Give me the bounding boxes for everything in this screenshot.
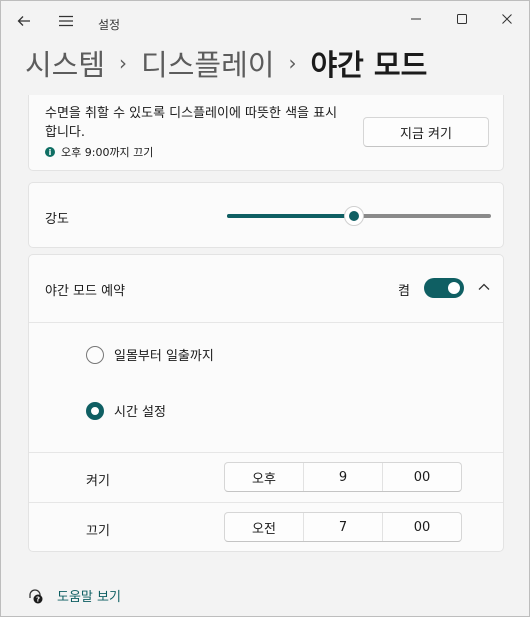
radio-label: 일몰부터 일출까지: [114, 349, 214, 364]
breadcrumb: 시스템 › 디스플레이 › 야간 모드: [25, 43, 427, 83]
turn-off-time-picker[interactable]: 오전 7 00: [224, 512, 462, 542]
chevron-right-icon: ›: [288, 51, 297, 75]
settings-content[interactable]: 수면을 취할 수 있도록 디스플레이에 따뜻한 색을 표시합니다. i 오후 9…: [1, 95, 529, 616]
turn-off-time-row: 끄기 오전 7 00: [29, 502, 503, 552]
radio-set-hours[interactable]: 시간 설정: [86, 401, 166, 420]
back-arrow-icon[interactable]: [14, 11, 34, 31]
info-icon: i: [45, 147, 55, 157]
minute-cell[interactable]: 00: [383, 463, 461, 491]
night-light-card: 수면을 취할 수 있도록 디스플레이에 따뜻한 색을 표시합니다. i 오후 9…: [28, 95, 504, 171]
get-help-link[interactable]: ? 도움말 보기: [27, 586, 121, 605]
close-button[interactable]: [495, 9, 519, 29]
help-icon: ?: [29, 588, 43, 603]
help-label: 도움말 보기: [57, 590, 121, 605]
ampm-cell[interactable]: 오후: [225, 463, 304, 491]
chevron-right-icon: ›: [119, 51, 128, 75]
turn-on-time-row: 켜기 오후 9 00: [29, 452, 503, 502]
radio-button[interactable]: [86, 345, 104, 364]
slider-thumb[interactable]: [344, 206, 364, 226]
hour-cell[interactable]: 7: [304, 513, 383, 541]
status-note: i 오후 9:00까지 끄기: [45, 144, 153, 160]
maximize-button[interactable]: [450, 9, 474, 29]
hamburger-menu-icon[interactable]: [56, 11, 76, 31]
ampm-cell[interactable]: 오전: [225, 513, 304, 541]
window-title: 설정: [98, 18, 121, 32]
minimize-button[interactable]: [404, 9, 428, 29]
schedule-label: 야간 모드 예약: [45, 284, 126, 299]
schedule-toggle[interactable]: [424, 278, 464, 298]
turn-on-label: 켜기: [86, 474, 110, 489]
schedule-header[interactable]: 야간 모드 예약 켬: [29, 255, 503, 323]
title-bar: 설정: [1, 1, 529, 41]
minute-cell[interactable]: 00: [383, 513, 461, 541]
radio-label: 시간 설정: [114, 405, 166, 420]
settings-window: 설정 시스템 › 디스플레이 › 야간 모드 수면을 취할 수 있도록 디스플레…: [0, 0, 530, 617]
strength-card: 강도: [28, 182, 504, 248]
chevron-up-icon[interactable]: [474, 277, 494, 297]
radio-button[interactable]: [86, 401, 104, 420]
night-light-description: 수면을 취할 수 있도록 디스플레이에 따뜻한 색을 표시합니다.: [45, 106, 338, 140]
breadcrumb-display[interactable]: 디스플레이: [141, 42, 274, 84]
status-note-text: 오후 9:00까지 끄기: [61, 146, 154, 159]
radio-sunset-to-sunrise[interactable]: 일몰부터 일출까지: [86, 345, 214, 364]
strength-label: 강도: [45, 212, 69, 227]
toggle-state-label: 켬: [398, 284, 410, 299]
hour-cell[interactable]: 9: [304, 463, 383, 491]
strength-slider[interactable]: [227, 206, 491, 226]
turn-on-now-button[interactable]: 지금 켜기: [363, 117, 489, 147]
breadcrumb-system[interactable]: 시스템: [25, 42, 105, 84]
slider-fill: [227, 214, 354, 218]
page-title: 야간 모드: [310, 48, 428, 82]
schedule-card: 야간 모드 예약 켬 일몰부터 일출까지 시간 설정 켜기 오후 9 00 끄기…: [28, 254, 504, 552]
turn-off-label: 끄기: [86, 524, 110, 539]
svg-text:?: ?: [36, 595, 40, 603]
turn-on-time-picker[interactable]: 오후 9 00: [224, 462, 462, 492]
